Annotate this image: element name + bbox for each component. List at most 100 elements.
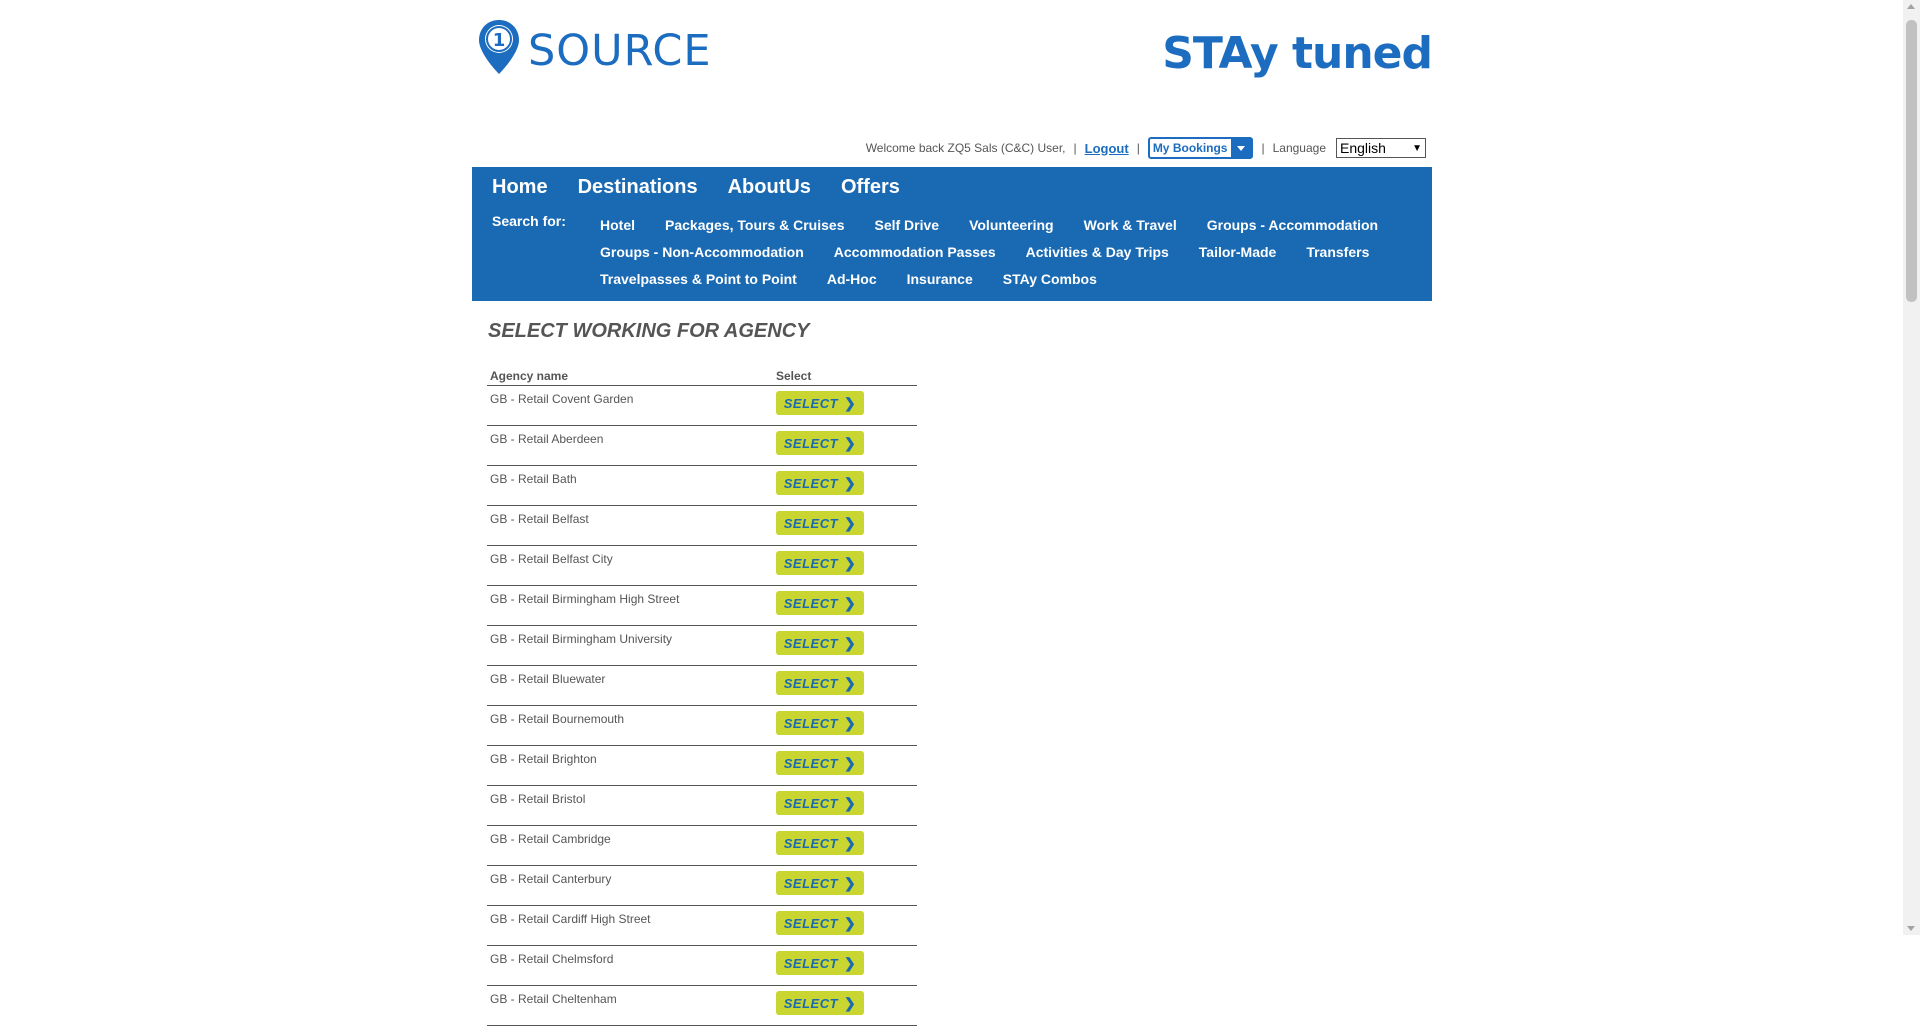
chevron-right-icon: ❯ [844,994,857,1011]
chevron-right-icon: ❯ [844,594,857,611]
select-agency-button[interactable]: SELECT ❯ [776,751,864,775]
select-agency-button[interactable]: SELECT ❯ [776,671,864,695]
onesource-logo[interactable]: 1 SOURCE [476,18,711,78]
search-links: Hotel Packages, Tours & Cruises Self Dri… [600,211,1400,292]
table-row: GB - Retail Birmingham University SELECT ❯ [487,625,917,666]
vertical-scrollbar[interactable] [1903,0,1920,935]
agency-name: GB - Retail Birmingham University [487,625,773,666]
select-agency-button[interactable]: SELECT ❯ [776,951,864,975]
select-button-label: SELECT [783,595,839,611]
table-row: GB - Retail Birmingham High Street SELECT… [487,585,917,626]
select-button-label: SELECT [783,835,839,851]
select-cell: SELECT ❯ [773,825,917,866]
search-link-travelpasses[interactable]: Travelpasses & Point to Point [600,271,797,287]
select-agency-button[interactable]: SELECT ❯ [776,511,864,535]
select-button-label: SELECT [783,875,839,891]
select-agency-button[interactable]: SELECT ❯ [776,591,864,615]
chevron-right-icon: ❯ [844,554,857,571]
select-agency-button[interactable]: SELECT ❯ [776,791,864,815]
agency-name: GB - Retail Bluewater [487,665,773,706]
logo-wordmark: SOURCE [528,26,712,76]
select-button-label: SELECT [783,955,839,971]
search-link-accommodation-passes[interactable]: Accommodation Passes [834,244,996,260]
agency-name: GB - Retail Belfast [487,505,773,546]
nav-home[interactable]: Home [492,172,548,202]
select-agency-button[interactable]: SELECT ❯ [776,551,864,575]
select-cell: SELECT ❯ [773,985,917,1026]
chevron-right-icon: ❯ [844,434,857,451]
location-pin-icon: 1 [479,20,519,74]
agency-table: Agency name Select GB - Retail Covent Ga… [487,366,917,1026]
select-agency-button[interactable]: SELECT ❯ [776,471,864,495]
select-cell: SELECT ❯ [773,385,917,426]
search-link-groups-accommodation[interactable]: Groups - Accommodation [1207,217,1378,233]
table-row: GB - Retail Bournemouth SELECT ❯ [487,705,917,746]
table-row: GB - Retail Canterbury SELECT ❯ [487,865,917,906]
table-row: GB - Retail Aberdeen SELECT ❯ [487,425,917,466]
agency-name: GB - Retail Bath [487,465,773,506]
search-link-groups-non-accommodation[interactable]: Groups - Non-Accommodation [600,244,804,260]
select-agency-button[interactable]: SELECT ❯ [776,711,864,735]
select-cell: SELECT ❯ [773,505,917,546]
search-link-insurance[interactable]: Insurance [907,271,973,287]
scroll-up-icon[interactable] [1907,4,1915,9]
nav-aboutus[interactable]: AboutUs [728,172,811,202]
select-cell: SELECT ❯ [773,665,917,706]
scroll-down-icon[interactable] [1907,926,1915,931]
agency-rows: GB - Retail Covent Garden SELECT ❯ GB - Ret… [487,385,917,1026]
agency-name: GB - Retail Chelmsford [487,945,773,986]
agency-name: GB - Retail Bournemouth [487,705,773,746]
search-link-ad-hoc[interactable]: Ad-Hoc [827,271,877,287]
select-cell: SELECT ❯ [773,945,917,986]
stay-tuned-logo[interactable]: STAy tuned [1162,28,1433,88]
search-link-stay-combos[interactable]: STAy Combos [1003,271,1097,287]
table-row: GB - Retail Cheltenham SELECT ❯ [487,985,917,1026]
search-for-label: Search for: [492,213,566,229]
select-agency-button[interactable]: SELECT ❯ [776,631,864,655]
select-agency-button[interactable]: SELECT ❯ [776,911,864,935]
select-agency-button[interactable]: SELECT ❯ [776,831,864,855]
agency-name: GB - Retail Belfast City [487,545,773,586]
select-agency-button[interactable]: SELECT ❯ [776,871,864,895]
search-link-transfers[interactable]: Transfers [1306,244,1369,260]
select-button-label: SELECT [783,995,839,1011]
search-link-packages[interactable]: Packages, Tours & Cruises [665,217,844,233]
chevron-right-icon: ❯ [844,754,857,771]
chevron-right-icon: ❯ [844,954,857,971]
table-row: GB - Retail Bristol SELECT ❯ [487,785,917,826]
column-header-select: Select [773,366,917,386]
divider: | [1261,141,1265,155]
table-row: GB - Retail Chelmsford SELECT ❯ [487,945,917,986]
select-button-label: SELECT [783,915,839,931]
search-link-activities[interactable]: Activities & Day Trips [1026,244,1169,260]
select-button-label: SELECT [783,675,839,691]
language-label: Language [1272,141,1326,155]
dropdown-arrow-icon: ▼ [1412,142,1422,154]
logout-link[interactable]: Logout [1085,141,1129,156]
search-link-work-travel[interactable]: Work & Travel [1084,217,1177,233]
search-link-volunteering[interactable]: Volunteering [969,217,1054,233]
chevron-right-icon: ❯ [844,714,857,731]
nav-destinations[interactable]: Destinations [578,172,698,202]
agency-name: GB - Retail Brighton [487,745,773,786]
select-agency-button[interactable]: SELECT ❯ [776,991,864,1015]
stay-tuned-wordmark: STAy tuned [1162,28,1433,79]
scrollbar-thumb[interactable] [1906,20,1917,302]
select-agency-button[interactable]: SELECT ❯ [776,391,864,415]
my-bookings-dropdown[interactable]: My Bookings [1147,137,1254,159]
table-row: GB - Retail Belfast City SELECT ❯ [487,545,917,586]
agency-name: GB - Retail Cardiff High Street [487,905,773,946]
select-button-label: SELECT [783,715,839,731]
language-select[interactable]: English ▼ [1336,138,1426,158]
nav-offers[interactable]: Offers [841,172,900,202]
table-row: GB - Retail Cambridge SELECT ❯ [487,825,917,866]
chevron-right-icon: ❯ [844,634,857,651]
chevron-right-icon: ❯ [844,874,857,891]
select-cell: SELECT ❯ [773,465,917,506]
search-link-tailor-made[interactable]: Tailor-Made [1199,244,1277,260]
chevron-right-icon: ❯ [844,834,857,851]
select-agency-button[interactable]: SELECT ❯ [776,431,864,455]
table-row: GB - Retail Bath SELECT ❯ [487,465,917,506]
search-link-self-drive[interactable]: Self Drive [874,217,939,233]
search-link-hotel[interactable]: Hotel [600,217,635,233]
